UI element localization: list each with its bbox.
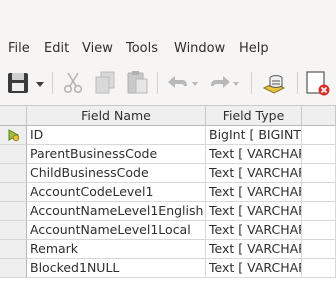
menu-help[interactable]: Help [239, 41, 269, 57]
field-type-cell[interactable]: Text [ VARCHAR ] [206, 259, 302, 278]
save-icon [8, 73, 28, 93]
index-design-icon [262, 75, 286, 94]
field-name-cell[interactable]: AccountCodeLevel1 [27, 183, 206, 202]
field-name-cell[interactable]: ID [27, 126, 206, 145]
delete-icon [306, 71, 330, 96]
copy-button[interactable] [92, 68, 118, 96]
description-cell[interactable] [302, 145, 336, 164]
field-name-cell[interactable]: ParentBusinessCode [27, 145, 206, 164]
primary-key-current-row-icon [8, 129, 20, 142]
column-header-empty [302, 106, 336, 126]
field-name-cell[interactable]: AccountNameLevel1English [27, 202, 206, 221]
description-cell[interactable] [302, 202, 336, 221]
field-type-cell[interactable]: Text [ VARCHAR ] [206, 221, 302, 240]
redo-button[interactable] [206, 68, 242, 96]
row-header[interactable] [0, 221, 27, 240]
table-row[interactable]: AccountCodeLevel1Text [ VARCHAR ] [0, 183, 336, 202]
description-cell[interactable] [302, 126, 336, 145]
menu-bar: File Edit View Tools Window Help [0, 38, 336, 60]
row-header[interactable] [0, 240, 27, 259]
field-name-cell[interactable]: ChildBusinessCode [27, 164, 206, 183]
toolbar-separator [297, 72, 298, 94]
table-row[interactable]: ChildBusinessCodeText [ VARCHAR ] [0, 164, 336, 183]
description-cell[interactable] [302, 259, 336, 278]
field-name-cell[interactable]: Remark [27, 240, 206, 259]
delete-button[interactable] [304, 68, 332, 96]
field-type-cell[interactable]: Text [ VARCHAR ] [206, 202, 302, 221]
paste-button[interactable] [124, 68, 150, 96]
toolbar-separator [52, 72, 53, 94]
cut-icon [63, 72, 83, 94]
field-type-cell[interactable]: Text [ VARCHAR ] [206, 164, 302, 183]
toolbar-separator [157, 72, 158, 94]
row-header[interactable] [0, 126, 27, 145]
table-row[interactable]: AccountNameLevel1LocalText [ VARCHAR ] [0, 221, 336, 240]
menu-view[interactable]: View [82, 41, 113, 57]
table-row[interactable]: ParentBusinessCodeText [ VARCHAR ] [0, 145, 336, 164]
menu-window[interactable]: Window [174, 41, 225, 57]
description-cell[interactable] [302, 240, 336, 259]
index-design-button[interactable] [260, 68, 288, 96]
table-row[interactable]: AccountNameLevel1EnglishText [ VARCHAR ] [0, 202, 336, 221]
table-row[interactable]: RemarkText [ VARCHAR ] [0, 240, 336, 259]
table-row[interactable]: ID BigInt [ BIGINT ] [0, 126, 336, 145]
description-cell[interactable] [302, 183, 336, 202]
undo-button[interactable] [164, 68, 200, 96]
field-table: Field Name Field Type ID BigInt [ BIGINT … [0, 105, 336, 293]
row-header[interactable] [0, 259, 27, 278]
column-header-field-type[interactable]: Field Type [206, 106, 302, 126]
redo-icon [211, 76, 239, 88]
paste-icon [127, 71, 148, 94]
title-area [0, 0, 336, 36]
field-name-cell[interactable]: AccountNameLevel1Local [27, 221, 206, 240]
column-header-field-name[interactable]: Field Name [27, 106, 206, 126]
menu-edit[interactable]: Edit [44, 41, 69, 57]
description-cell[interactable] [302, 221, 336, 240]
dropdown-arrow-icon [36, 82, 44, 87]
field-type-cell[interactable]: BigInt [ BIGINT ] [206, 126, 302, 145]
cut-button[interactable] [60, 68, 86, 96]
menu-tools[interactable]: Tools [126, 41, 158, 57]
row-header[interactable] [0, 183, 27, 202]
toolbar-separator [251, 72, 252, 94]
save-button[interactable] [6, 68, 32, 96]
table-row[interactable]: Blocked1NULLText [ VARCHAR ] [0, 259, 336, 278]
menu-file[interactable]: File [8, 41, 30, 57]
row-header-corner [0, 106, 27, 126]
row-header[interactable] [0, 145, 27, 164]
description-cell[interactable] [302, 164, 336, 183]
field-name-cell[interactable]: Blocked1NULL [27, 259, 206, 278]
undo-icon [168, 76, 198, 88]
save-dropdown-button[interactable] [34, 68, 46, 96]
row-header[interactable] [0, 202, 27, 221]
field-type-cell[interactable]: Text [ VARCHAR ] [206, 240, 302, 259]
field-type-cell[interactable]: Text [ VARCHAR ] [206, 183, 302, 202]
toolbar [0, 60, 336, 104]
row-header[interactable] [0, 164, 27, 183]
field-type-cell[interactable]: Text [ VARCHAR ] [206, 145, 302, 164]
copy-icon [95, 71, 115, 94]
